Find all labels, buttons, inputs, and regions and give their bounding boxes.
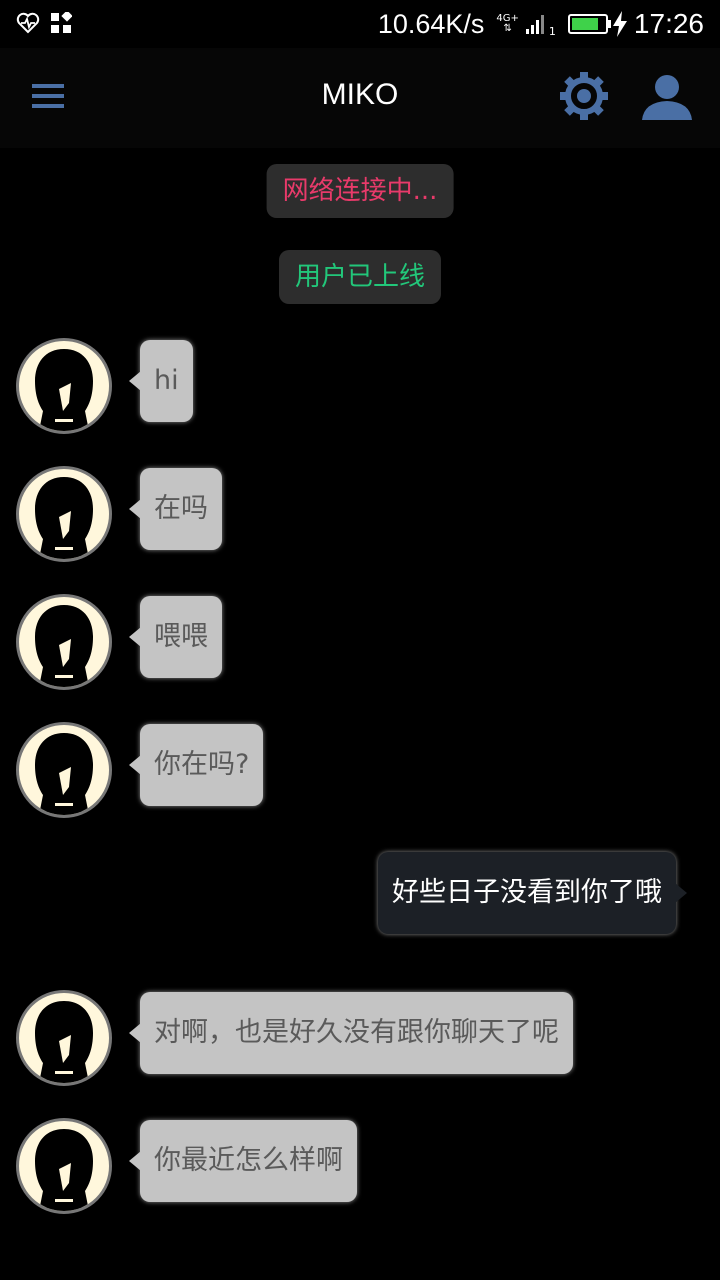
message-bubble-incoming[interactable]: 对啊，也是好久没有跟你聊天了呢 xyxy=(129,992,573,1074)
gear-icon xyxy=(560,72,608,120)
chat-area[interactable]: 网络连接中... 用户已上线 hi 在吗 喂喂 你在吗? 好些日子没看到你了哦 … xyxy=(0,148,720,1280)
settings-button[interactable] xyxy=(558,70,610,122)
avatar[interactable] xyxy=(16,594,112,690)
avatar[interactable] xyxy=(16,722,112,818)
battery-icon xyxy=(567,14,611,34)
status-right: 10.64K/s 4G+ ⇅ 1 17:26 xyxy=(378,6,704,42)
message-bubble-incoming[interactable]: hi xyxy=(129,340,193,422)
message-bubble-incoming[interactable]: 喂喂 xyxy=(129,596,222,678)
charging-icon xyxy=(612,11,627,37)
avatar[interactable] xyxy=(16,1118,112,1214)
girl-silhouette-icon xyxy=(35,605,93,687)
avatar[interactable] xyxy=(16,338,112,434)
message-bubble-outgoing[interactable]: 好些日子没看到你了哦 xyxy=(378,852,687,934)
net-speed: 10.64K/s xyxy=(377,8,485,39)
avatar[interactable] xyxy=(16,466,112,562)
girl-silhouette-icon xyxy=(35,733,93,815)
system-message-connecting: 网络连接中... xyxy=(266,164,454,218)
message-bubble-incoming[interactable]: 你在吗? xyxy=(128,724,264,806)
app-bar: MIKO xyxy=(0,48,720,148)
page-title: MIKO xyxy=(321,78,399,111)
user-icon xyxy=(642,75,692,120)
sim-slot: 1 xyxy=(548,24,556,38)
clock: 17:26 xyxy=(633,8,704,39)
girl-silhouette-icon xyxy=(35,349,93,431)
message-bubble-incoming[interactable]: 你最近怎么样啊 xyxy=(129,1120,357,1202)
girl-silhouette-icon xyxy=(35,1129,93,1211)
message-bubble-incoming[interactable]: 在吗 xyxy=(129,468,222,550)
signal-icon xyxy=(525,15,544,34)
profile-button[interactable] xyxy=(640,72,694,122)
avatar[interactable] xyxy=(16,990,112,1086)
system-message-online: 用户已上线 xyxy=(278,250,442,304)
status-bar: 10.64K/s 4G+ ⇅ 1 17:26 xyxy=(0,0,720,48)
status-left-icons xyxy=(16,12,72,34)
heart-monitor-icon xyxy=(16,12,40,34)
girl-silhouette-icon xyxy=(35,1001,93,1083)
network-type: 4G+ ⇅ xyxy=(496,13,519,34)
girl-silhouette-icon xyxy=(35,477,93,559)
apps-grid-icon xyxy=(51,12,72,33)
